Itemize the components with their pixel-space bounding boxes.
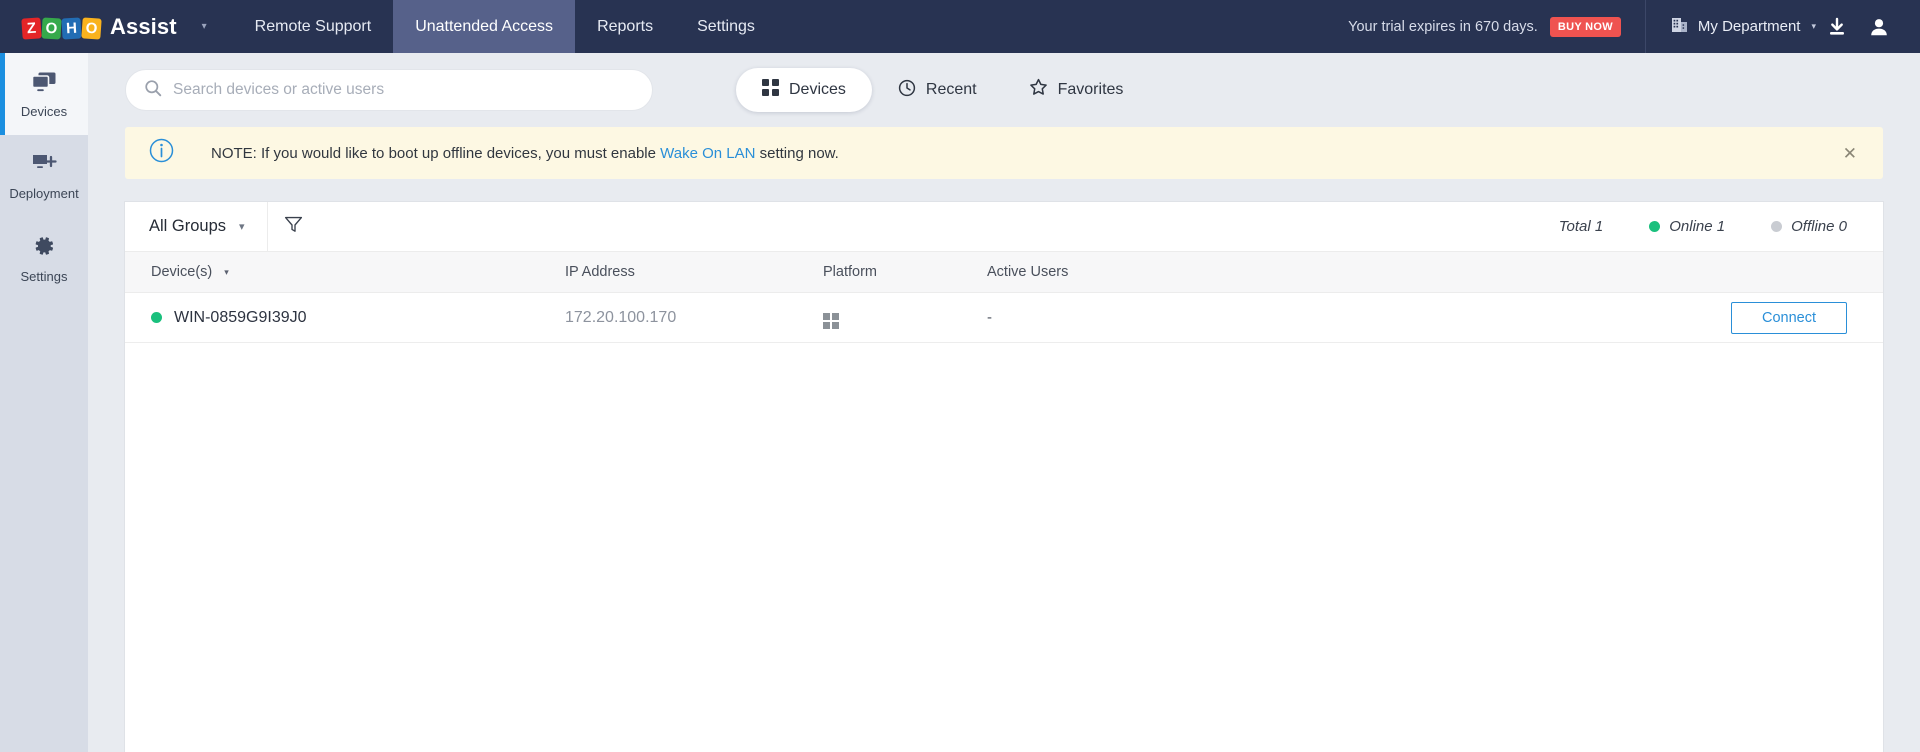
cell-device: WIN-0859G9I39J0 [125,309,565,327]
department-selector[interactable]: My Department ▾ [1670,15,1816,38]
logo-letter-o1: O [41,17,62,39]
filter-button[interactable] [268,202,320,252]
sidebar-label-devices: Devices [20,103,68,119]
stat-online-label: Online 1 [1669,218,1726,235]
top-navigation-bar: Z O H O Assist ▾ Remote Support Unattend… [0,0,1920,53]
tab-recent[interactable]: Recent [872,68,1003,112]
top-nav-right-cluster: Your trial expires in 670 days. BUY NOW [1348,0,1920,53]
column-header-active-users: Active Users [987,264,1069,280]
online-status-dot [1649,221,1661,232]
logo-letter-o2: O [81,16,102,40]
sidebar-item-deployment[interactable]: Deployment [0,135,88,217]
info-banner: NOTE: If you would like to boot up offli… [125,127,1883,179]
stat-offline: Offline 0 [1771,218,1847,235]
info-icon [149,138,174,168]
sort-caret-icon: ▾ [224,266,229,277]
chevron-down-icon: ▾ [239,221,245,233]
view-tab-group: Devices Recent Favorites [736,68,1149,112]
clock-icon [898,79,916,102]
windows-icon [823,312,839,329]
offline-status-dot [1771,221,1783,232]
cell-ip-address: 172.20.100.170 [565,308,677,326]
table-header-row: Device(s) ▾ IP Address Platform Active U… [125,252,1883,293]
body-wrapper: Devices Deployment Settings Search devic… [0,53,1920,752]
cell-platform [823,307,987,329]
column-header-platform: Platform [823,264,877,280]
banner-text-after: setting now. [755,144,839,162]
tab-favorites[interactable]: Favorites [1003,68,1150,112]
nav-tab-unattended-access[interactable]: Unattended Access [393,0,576,53]
logo-letter-z: Z [21,16,42,40]
monitors-icon [31,71,57,98]
main-content: Devices Recent [88,53,1920,752]
download-icon[interactable] [1816,0,1858,53]
tab-devices[interactable]: Devices [736,68,872,112]
chevron-down-icon[interactable]: ▾ [202,21,207,32]
product-name: Assist [110,13,177,39]
star-icon [1029,78,1048,102]
device-stats: Total 1 Online 1 Offline 0 [1513,218,1883,235]
group-filter-dropdown[interactable]: All Groups ▾ [125,201,268,252]
close-icon[interactable]: ✕ [1837,139,1863,168]
device-status-dot [151,312,162,323]
nav-tab-settings[interactable]: Settings [675,0,777,53]
stat-total-label: Total 1 [1558,218,1604,235]
sidebar-label-settings: Settings [20,268,68,284]
grid-icon [762,79,779,101]
banner-message: NOTE: If you would like to boot up offli… [211,145,839,162]
sidebar-label-deployment: Deployment [9,185,79,201]
divider [1644,0,1646,53]
connect-button[interactable]: Connect [1730,301,1847,334]
logo-letter-h: H [61,17,82,39]
zoho-logo-icon: Z O H O [21,15,102,40]
monitor-plus-icon [31,153,57,180]
content-toolbar: Devices Recent [88,53,1920,127]
tab-label-recent: Recent [925,81,977,98]
table-row[interactable]: WIN-0859G9I39J0 172.20.100.170 - Connect [125,293,1883,343]
brand-logo[interactable]: Z O H O Assist ▾ [0,0,207,53]
sidebar-item-settings[interactable]: Settings [0,217,88,299]
devices-panel: All Groups ▾ Total 1 Online 1 Offline 0 … [125,201,1883,752]
banner-text-before: NOTE: If you would like to boot up offli… [211,144,661,162]
stat-total: Total 1 [1559,218,1603,235]
cell-active-users: - [987,309,992,326]
search-box[interactable] [125,69,653,111]
nav-tab-reports[interactable]: Reports [575,0,675,53]
department-name: My Department [1697,18,1801,35]
stat-online: Online 1 [1649,218,1725,235]
device-name: WIN-0859G9I39J0 [174,308,307,326]
group-filter-label: All Groups [149,217,227,235]
wake-on-lan-link[interactable]: Wake On LAN [660,145,755,162]
trial-expiry-text: Your trial expires in 670 days. [1348,18,1538,35]
devices-table: Device(s) ▾ IP Address Platform Active U… [125,252,1883,343]
filter-icon [284,215,303,239]
nav-tab-remote-support[interactable]: Remote Support [233,0,394,53]
main-nav-tabs: Remote Support Unattended Access Reports… [233,0,777,53]
panel-header: All Groups ▾ Total 1 Online 1 Offline 0 [125,201,1883,252]
search-icon [144,79,162,102]
column-header-devices[interactable]: Device(s) ▾ [125,264,565,280]
buy-now-button[interactable]: BUY NOW [1549,16,1621,37]
sidebar-item-devices[interactable]: Devices [0,53,88,135]
stat-offline-label: Offline 0 [1791,218,1847,235]
tab-label-devices: Devices [789,81,846,98]
gear-icon [32,234,56,263]
column-header-ip-address: IP Address [565,264,635,280]
app-root: Z O H O Assist ▾ Remote Support Unattend… [0,0,1920,752]
column-label-devices: Device(s) [151,264,213,280]
building-icon [1670,15,1689,38]
cell-actions: Connect [1287,301,1883,334]
tab-label-favorites: Favorites [1057,81,1124,98]
user-profile-icon[interactable] [1858,0,1900,53]
search-input[interactable] [173,81,634,99]
left-sidebar: Devices Deployment Settings [0,53,88,752]
